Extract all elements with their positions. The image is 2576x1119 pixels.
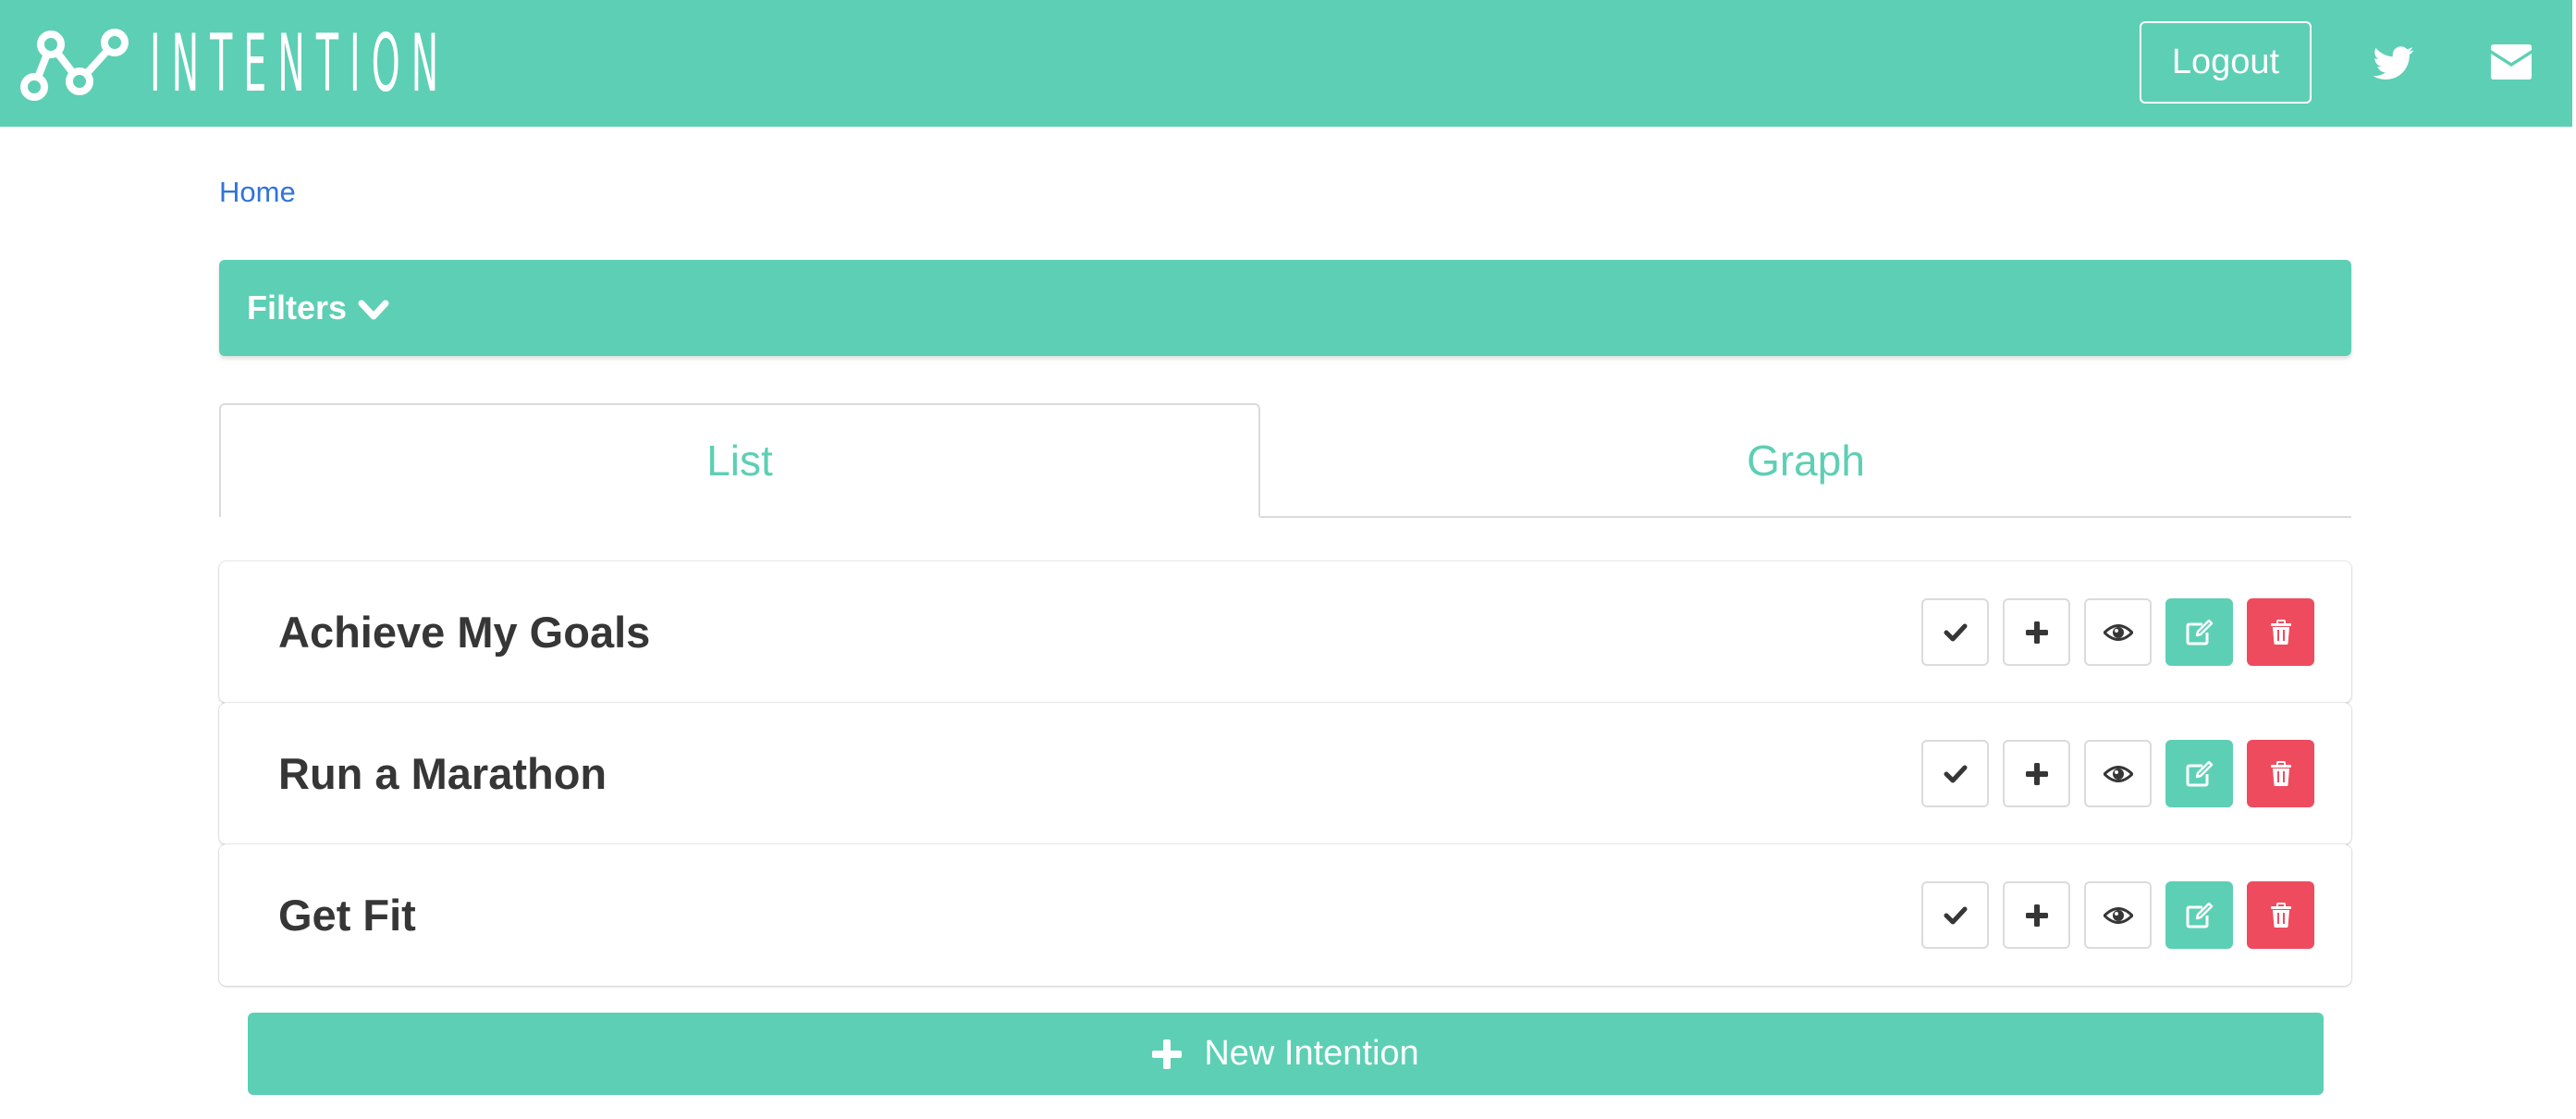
add-child-button[interactable]: [2003, 881, 2070, 949]
eye-icon: [2103, 623, 2133, 641]
complete-button[interactable]: [1921, 881, 1989, 949]
trash-icon: [2270, 760, 2291, 786]
list-item: Get Fit: [219, 844, 2351, 986]
trash-icon: [2270, 619, 2291, 645]
edit-icon: [2186, 619, 2213, 645]
new-intention-label: New Intention: [1204, 1034, 1419, 1073]
view-button[interactable]: [2084, 598, 2152, 666]
filters-toggle[interactable]: Filters: [219, 260, 2351, 356]
navbar: INTENTION Logout: [0, 0, 2572, 127]
trash-icon: [2270, 902, 2291, 928]
delete-button[interactable]: [2247, 881, 2314, 949]
filters-label: Filters: [247, 289, 348, 326]
brand-link[interactable]: INTENTION: [18, 17, 802, 110]
plus-icon: [2025, 904, 2048, 927]
intention-title[interactable]: Get Fit: [278, 844, 416, 986]
brand-name: INTENTION: [150, 17, 450, 110]
logout-button[interactable]: Logout: [2140, 21, 2312, 104]
edit-icon: [2186, 760, 2213, 786]
tab-list[interactable]: List: [219, 403, 1260, 518]
eye-icon: [2103, 906, 2133, 924]
chevron-down-icon: [358, 300, 389, 322]
add-child-button[interactable]: [2003, 598, 2070, 666]
add-child-button[interactable]: [2003, 740, 2070, 807]
edit-button[interactable]: [2165, 740, 2233, 807]
intention-title[interactable]: Achieve My Goals: [278, 561, 650, 703]
twitter-icon[interactable]: [2374, 43, 2414, 83]
check-icon: [1944, 623, 1967, 641]
edit-button[interactable]: [2165, 598, 2233, 666]
list-item: Run a Marathon: [219, 703, 2351, 844]
row-actions: [1907, 740, 2314, 807]
intention-list: Achieve My Goals Run a Marathon Get Fit: [219, 561, 2351, 986]
edit-button[interactable]: [2165, 881, 2233, 949]
row-actions: [1907, 881, 2314, 949]
intention-title[interactable]: Run a Marathon: [278, 703, 607, 844]
new-intention-button[interactable]: New Intention: [248, 1013, 2324, 1095]
complete-button[interactable]: [1921, 740, 1989, 807]
tab-graph[interactable]: Graph: [1260, 403, 2351, 518]
complete-button[interactable]: [1921, 598, 1989, 666]
check-icon: [1944, 906, 1967, 924]
breadcrumb-home[interactable]: Home: [219, 176, 296, 209]
node-graph-logo-icon: [20, 29, 129, 101]
eye-icon: [2103, 765, 2133, 782]
plus-icon: [1152, 1039, 1183, 1069]
row-actions: [1907, 598, 2314, 666]
view-button[interactable]: [2084, 740, 2152, 807]
plus-icon: [2025, 762, 2048, 785]
view-tabs: List Graph: [219, 403, 2351, 518]
check-icon: [1944, 765, 1967, 782]
envelope-icon[interactable]: [2491, 44, 2532, 80]
view-button[interactable]: [2084, 881, 2152, 949]
delete-button[interactable]: [2247, 598, 2314, 666]
plus-icon: [2025, 621, 2048, 644]
list-item: Achieve My Goals: [219, 561, 2351, 703]
edit-icon: [2186, 902, 2213, 928]
delete-button[interactable]: [2247, 740, 2314, 807]
